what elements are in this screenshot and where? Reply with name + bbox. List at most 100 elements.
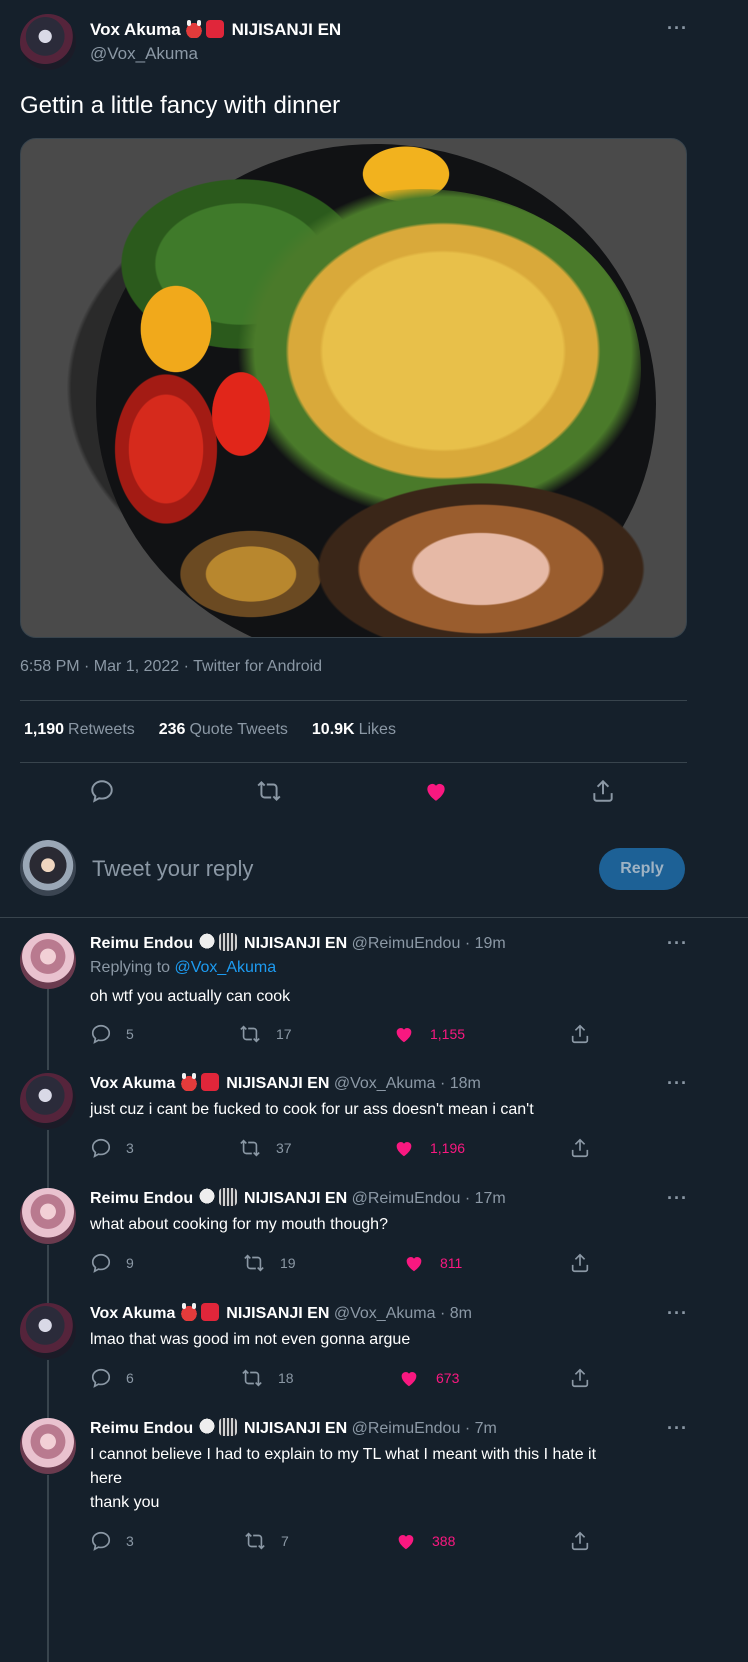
likes-count: 10.9K [311, 721, 355, 738]
reply-count: 9 [126, 1255, 134, 1271]
author-name-row[interactable]: Vox Akuma NIJISANJI EN [90, 20, 341, 40]
reply-count: 5 [126, 1026, 134, 1042]
oni-emoji-icon [179, 1303, 198, 1321]
tweet-text: Gettin a little fancy with dinner [20, 92, 341, 119]
ghost-emoji-icon [197, 933, 216, 951]
more-options-icon[interactable]: ··· [667, 18, 688, 39]
reply-author-name[interactable]: Reimu Endou [90, 935, 193, 952]
like-icon[interactable] [398, 1367, 420, 1389]
reply-avatar[interactable] [20, 933, 76, 989]
likes-label: Likes [358, 721, 396, 738]
more-options-icon[interactable]: ··· [667, 1303, 688, 1324]
like-icon[interactable] [395, 1530, 417, 1552]
author-name[interactable]: Vox Akuma [90, 20, 181, 39]
reply-header: Reimu Endou NIJISANJI EN @ReimuEndou · 7… [90, 1418, 497, 1438]
retweet-icon[interactable] [239, 1137, 261, 1159]
retweet-icon[interactable] [243, 1252, 265, 1274]
current-user-avatar[interactable] [20, 840, 76, 896]
reply-handle[interactable]: @ReimuEndou [352, 1190, 461, 1207]
like-icon[interactable] [423, 778, 449, 804]
red-envelope-emoji-icon [206, 20, 225, 38]
retweets-label: Retweets [68, 721, 135, 738]
reply-header: Vox Akuma NIJISANJI EN @Vox_Akuma · 18m [90, 1073, 481, 1093]
reply-input[interactable]: Tweet your reply [92, 856, 253, 882]
quote-tweets-stat[interactable]: 236 Quote Tweets [159, 721, 288, 739]
share-icon[interactable] [569, 1252, 591, 1274]
reply-handle[interactable]: @Vox_Akuma [334, 1305, 436, 1322]
share-icon[interactable] [569, 1137, 591, 1159]
red-envelope-emoji-icon [200, 1303, 219, 1321]
retweets-stat[interactable]: 1,190 Retweets [24, 721, 135, 739]
reply-author-name[interactable]: Vox Akuma [90, 1305, 175, 1322]
ghost-emoji-icon [197, 1418, 216, 1436]
like-count: 388 [432, 1533, 456, 1549]
reply-time[interactable]: · 7m [465, 1420, 497, 1437]
reply-time[interactable]: · 8m [440, 1305, 472, 1322]
reply-actions: 5 17 1,155 [0, 1023, 748, 1047]
replying-to: Replying to @Vox_Akuma [90, 959, 276, 977]
reply-header: Reimu Endou NIJISANJI EN @ReimuEndou · 1… [90, 1188, 506, 1208]
quotes-label: Quote Tweets [189, 721, 288, 738]
reply-icon[interactable] [89, 778, 115, 804]
reply-icon[interactable] [90, 1367, 112, 1389]
reply-author-name[interactable]: Vox Akuma [90, 1075, 175, 1092]
author-avatar[interactable] [20, 14, 76, 70]
more-options-icon[interactable]: ··· [667, 933, 688, 954]
retweet-icon[interactable] [241, 1367, 263, 1389]
retweet-count: 18 [278, 1370, 294, 1386]
reply-button[interactable]: Reply [599, 848, 685, 890]
replying-to-link[interactable]: @Vox_Akuma [175, 959, 277, 976]
like-count: 1,196 [430, 1140, 466, 1156]
reply-author-name[interactable]: Reimu Endou [90, 1420, 193, 1437]
reply-icon[interactable] [90, 1023, 112, 1045]
reply-time[interactable]: · 19m [465, 935, 506, 952]
like-count: 673 [436, 1370, 460, 1386]
tweet-photo[interactable] [20, 138, 687, 638]
slides-emoji-icon [218, 1418, 237, 1436]
reply-handle[interactable]: @ReimuEndou [352, 1420, 461, 1437]
reply-icon[interactable] [90, 1137, 112, 1159]
more-options-icon[interactable]: ··· [667, 1073, 688, 1094]
share-icon[interactable] [569, 1023, 591, 1045]
retweet-icon[interactable] [239, 1023, 261, 1045]
reply-count: 3 [126, 1140, 134, 1156]
like-count: 811 [440, 1255, 463, 1271]
share-icon[interactable] [569, 1367, 591, 1389]
retweet-icon[interactable] [256, 778, 282, 804]
like-icon[interactable] [393, 1137, 415, 1159]
reply-handle[interactable]: @ReimuEndou [352, 935, 461, 952]
reply-avatar[interactable] [20, 1188, 76, 1244]
reply-avatar[interactable] [20, 1418, 76, 1474]
tweet-actions [0, 770, 748, 810]
reply-avatar[interactable] [20, 1303, 76, 1359]
retweet-icon[interactable] [244, 1530, 266, 1552]
reply-actions: 6 18 673 [0, 1367, 748, 1391]
author-handle[interactable]: @Vox_Akuma [90, 44, 198, 64]
ghost-emoji-icon [197, 1188, 216, 1206]
reply-author-affiliation: NIJISANJI EN [226, 1075, 330, 1092]
reply-time[interactable]: · 17m [465, 1190, 506, 1207]
reply-text: I cannot believe I had to explain to my … [90, 1443, 670, 1515]
share-icon[interactable] [569, 1530, 591, 1552]
tweet-stats: 1,190 Retweets 236 Quote Tweets 10.9K Likes [24, 721, 396, 739]
reply-header: Vox Akuma NIJISANJI EN @Vox_Akuma · 8m [90, 1303, 472, 1323]
reply-icon[interactable] [90, 1252, 112, 1274]
tweet-timestamp[interactable]: 6:58 PM · Mar 1, 2022 · Twitter for Andr… [20, 658, 322, 676]
reply-handle[interactable]: @Vox_Akuma [334, 1075, 436, 1092]
reply-actions: 9 19 811 [0, 1252, 748, 1276]
reply-count: 3 [126, 1533, 134, 1549]
like-icon[interactable] [393, 1023, 415, 1045]
more-options-icon[interactable]: ··· [667, 1418, 688, 1439]
reply-time[interactable]: · 18m [440, 1075, 481, 1092]
oni-emoji-icon [185, 20, 204, 38]
likes-stat[interactable]: 10.9K Likes [312, 721, 396, 739]
more-options-icon[interactable]: ··· [667, 1188, 688, 1209]
reply-author-affiliation: NIJISANJI EN [244, 1190, 348, 1207]
like-icon[interactable] [403, 1252, 425, 1274]
reply-text: what about cooking for my mouth though? [90, 1216, 388, 1233]
reply-author-name[interactable]: Reimu Endou [90, 1190, 193, 1207]
reply-avatar[interactable] [20, 1073, 76, 1129]
slides-emoji-icon [218, 1188, 237, 1206]
reply-icon[interactable] [90, 1530, 112, 1552]
share-icon[interactable] [590, 778, 616, 804]
